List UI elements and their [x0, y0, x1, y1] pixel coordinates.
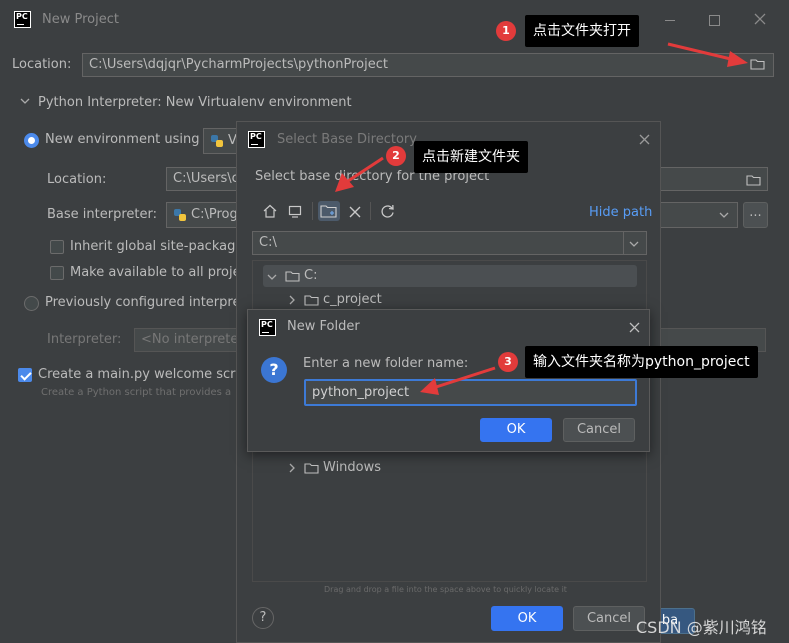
- annotation-arrows: [335, 42, 748, 395]
- arrow-2: [335, 156, 384, 192]
- watermark: CSDN @紫川鸿铭: [636, 618, 767, 637]
- arrow-1: [667, 42, 748, 67]
- arrow-3: [420, 366, 496, 395]
